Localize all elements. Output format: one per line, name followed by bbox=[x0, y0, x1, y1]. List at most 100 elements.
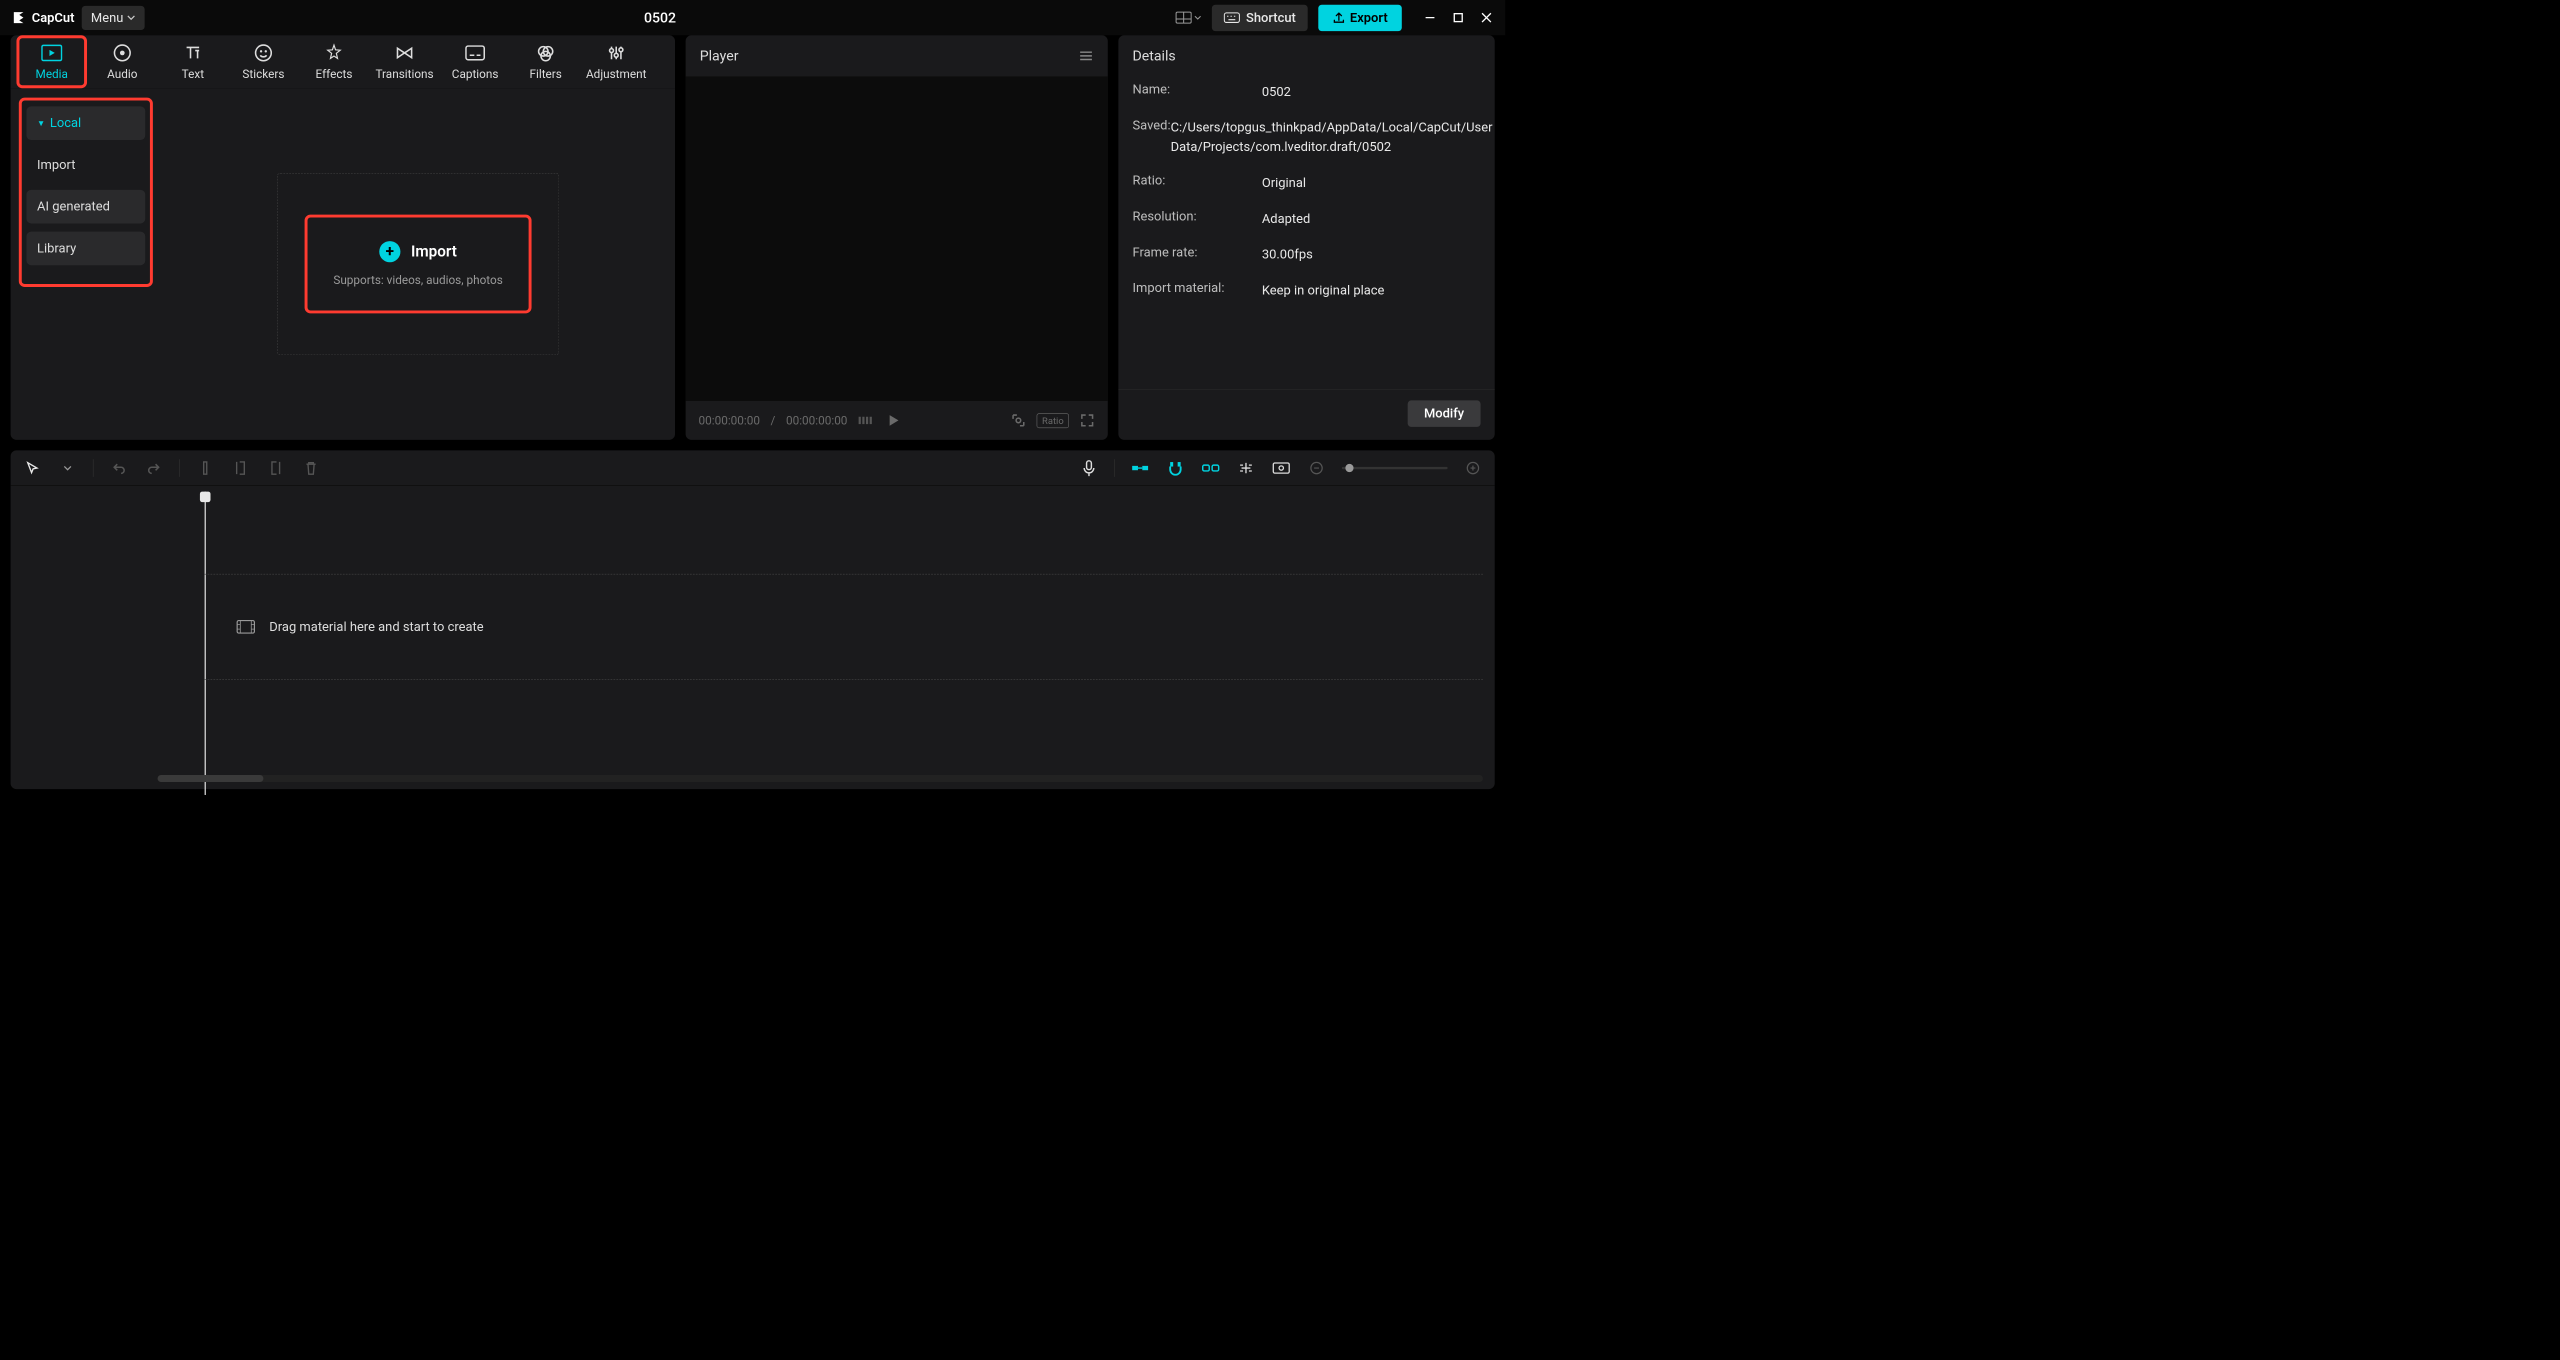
adjustment-icon bbox=[606, 42, 627, 63]
sidebar-item-local[interactable]: ▼ Local bbox=[26, 106, 145, 140]
maximize-button[interactable] bbox=[1451, 11, 1465, 25]
project-title: 0502 bbox=[152, 9, 1169, 25]
sidebar-item-label: Import bbox=[37, 158, 75, 173]
tab-text[interactable]: Text bbox=[158, 35, 229, 88]
timeline-track[interactable]: Drag material here and start to create bbox=[205, 574, 1483, 680]
undo-button[interactable] bbox=[109, 458, 129, 478]
tab-stickers[interactable]: Stickers bbox=[228, 35, 299, 88]
zoom-out-button[interactable] bbox=[1307, 458, 1327, 478]
close-button[interactable] bbox=[1479, 11, 1493, 25]
stickers-icon bbox=[253, 42, 274, 63]
captions-icon bbox=[465, 42, 486, 63]
tab-effects[interactable]: Effects bbox=[299, 35, 370, 88]
snap-tool[interactable] bbox=[1130, 458, 1150, 478]
chevron-down-icon bbox=[127, 14, 135, 22]
timeline-scrollbar[interactable] bbox=[158, 775, 1483, 782]
tab-filters[interactable]: Filters bbox=[510, 35, 581, 88]
tab-label: Transitions bbox=[375, 67, 433, 81]
tab-label: Text bbox=[182, 67, 204, 81]
player-controls: 00:00:00:00 / 00:00:00:00 Ratio bbox=[686, 401, 1108, 440]
player-header: Player bbox=[700, 48, 739, 64]
minimize-button[interactable] bbox=[1423, 11, 1437, 25]
redo-button[interactable] bbox=[144, 458, 164, 478]
play-icon[interactable] bbox=[886, 413, 900, 427]
columns-icon[interactable] bbox=[858, 414, 876, 427]
detail-row-name: Name:0502 bbox=[1132, 82, 1480, 101]
capcut-logo-icon bbox=[12, 9, 28, 25]
layout-button[interactable] bbox=[1175, 11, 1201, 24]
player-time-total: 00:00:00:00 bbox=[786, 413, 847, 427]
fullscreen-icon[interactable] bbox=[1080, 413, 1095, 428]
media-icon bbox=[41, 42, 62, 63]
tab-label: Stickers bbox=[242, 67, 284, 81]
sidebar-item-library[interactable]: Library bbox=[26, 232, 145, 266]
timeline-placeholder: Drag material here and start to create bbox=[269, 619, 483, 634]
link-tool[interactable] bbox=[1201, 458, 1221, 478]
detail-row-ratio: Ratio:Original bbox=[1132, 173, 1480, 192]
details-header: Details bbox=[1132, 48, 1175, 64]
layout-icon bbox=[1175, 11, 1191, 24]
select-tool[interactable] bbox=[22, 458, 42, 478]
mic-button[interactable] bbox=[1079, 458, 1099, 478]
menu-button[interactable]: Menu bbox=[82, 6, 145, 30]
align-tool[interactable] bbox=[1236, 458, 1256, 478]
zoom-in-button[interactable] bbox=[1463, 458, 1483, 478]
preview-tool[interactable] bbox=[1271, 458, 1291, 478]
magnet-tool[interactable] bbox=[1165, 458, 1185, 478]
detail-row-framerate: Frame rate:30.00fps bbox=[1132, 245, 1480, 264]
detail-row-saved: Saved:C:/Users/topgus_thinkpad/AppData/L… bbox=[1132, 118, 1480, 157]
player-time-current: 00:00:00:00 bbox=[699, 413, 760, 427]
plus-icon: + bbox=[379, 241, 400, 262]
select-tool-dropdown[interactable] bbox=[58, 458, 78, 478]
player-panel: Player 00:00:00:00 / 00:00:00:00 Ratio bbox=[686, 35, 1108, 440]
import-title: Import bbox=[411, 243, 457, 261]
player-viewport[interactable] bbox=[686, 76, 1108, 401]
sidebar-item-label: Local bbox=[50, 116, 81, 131]
tab-transitions[interactable]: Transitions bbox=[369, 35, 440, 88]
tab-label: Media bbox=[36, 67, 68, 81]
ratio-button[interactable]: Ratio bbox=[1037, 413, 1069, 428]
crop-icon[interactable] bbox=[1011, 413, 1026, 428]
sidebar-item-ai-generated[interactable]: AI generated bbox=[26, 190, 145, 224]
menu-label: Menu bbox=[91, 10, 123, 25]
panel-menu-icon[interactable] bbox=[1078, 50, 1093, 62]
keyboard-icon bbox=[1224, 12, 1240, 24]
tab-captions[interactable]: Captions bbox=[440, 35, 511, 88]
delete-tool[interactable] bbox=[301, 458, 321, 478]
modify-button[interactable]: Modify bbox=[1408, 400, 1481, 426]
tab-bar: Media Audio Text Stickers Effects bbox=[11, 35, 675, 88]
export-icon bbox=[1332, 11, 1345, 24]
filters-icon bbox=[535, 42, 556, 63]
text-icon bbox=[182, 42, 203, 63]
transitions-icon bbox=[394, 42, 415, 63]
tab-audio[interactable]: Audio bbox=[87, 35, 158, 88]
caret-down-icon: ▼ bbox=[37, 118, 45, 128]
zoom-slider[interactable] bbox=[1342, 467, 1448, 469]
export-button[interactable]: Export bbox=[1318, 4, 1402, 30]
import-subtitle: Supports: videos, audios, photos bbox=[333, 273, 502, 287]
sidebar-item-import[interactable]: Import bbox=[26, 148, 145, 182]
media-content: + Import Supports: videos, audios, photo… bbox=[161, 88, 675, 440]
detail-row-resolution: Resolution:Adapted bbox=[1132, 209, 1480, 228]
brand-text: CapCut bbox=[32, 10, 75, 25]
sidebar-item-label: Library bbox=[37, 241, 76, 256]
shortcut-button[interactable]: Shortcut bbox=[1212, 4, 1308, 30]
titlebar: CapCut Menu 0502 Shortcut bbox=[0, 0, 1505, 35]
timeline-toolbar bbox=[11, 450, 1495, 485]
sidebar-item-label: AI generated bbox=[37, 199, 110, 214]
split-right-tool[interactable] bbox=[266, 458, 286, 478]
app-logo: CapCut bbox=[12, 9, 75, 25]
media-sidebar: ▼ Local Import AI generated Library bbox=[11, 88, 162, 440]
detail-row-import-material: Import material:Keep in original place bbox=[1132, 281, 1480, 300]
tab-label: Adjustment bbox=[586, 67, 646, 81]
tab-adjustment[interactable]: Adjustment bbox=[581, 35, 652, 88]
details-panel: Details Name:0502 Saved:C:/Users/topgus_… bbox=[1118, 35, 1494, 440]
tab-label: Audio bbox=[107, 67, 137, 81]
split-left-tool[interactable] bbox=[230, 458, 250, 478]
effects-icon bbox=[323, 42, 344, 63]
player-time-separator: / bbox=[771, 413, 776, 427]
split-tool[interactable] bbox=[195, 458, 215, 478]
tab-media[interactable]: Media bbox=[16, 35, 87, 88]
timeline-body[interactable]: Drag material here and start to create bbox=[11, 486, 1495, 789]
import-dropzone[interactable]: + Import Supports: videos, audios, photo… bbox=[277, 173, 559, 355]
